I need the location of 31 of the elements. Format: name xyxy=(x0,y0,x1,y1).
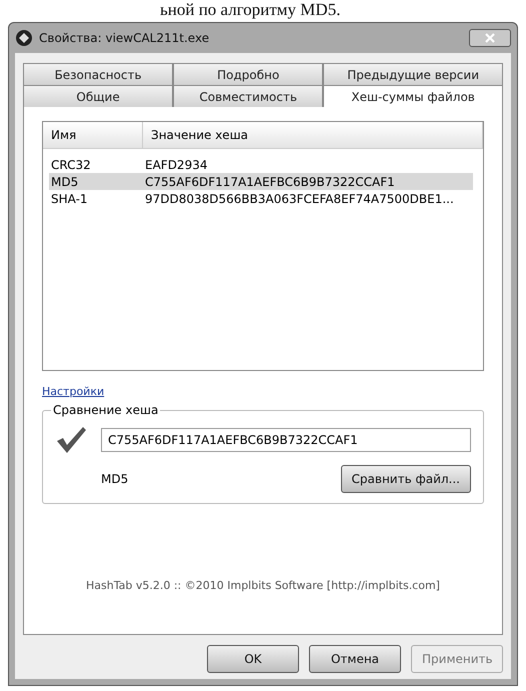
copyright-text: HashTab v5.2.0 :: ©2010 Implbits Software [http://implbits.com] xyxy=(85,579,441,592)
settings-link[interactable]: Настройки xyxy=(42,385,104,398)
window-title: Свойства: viewCAL211t.exe xyxy=(39,31,210,45)
document-text: ьной по алгоритму MD5. xyxy=(159,0,342,20)
hash-row[interactable]: CRC32 EAFD2934 xyxy=(49,156,473,173)
group-title: Сравнение хеша xyxy=(51,403,160,417)
table-cell-text: C755AF6DF117A1AEFBC6B9B7322CCAF1 xyxy=(144,174,396,188)
tab[interactable]: Предыдущие версии xyxy=(323,63,503,85)
column-header[interactable]: Имя xyxy=(43,122,143,148)
tab[interactable]: Общие xyxy=(23,85,174,107)
hash-row[interactable]: SHA-1 97DD8038D566BB3A063FCEFA8EF74A7500DBE1... xyxy=(49,190,473,207)
app-icon xyxy=(15,29,33,47)
table-cell-text: MD5 xyxy=(50,174,80,188)
close-button[interactable] xyxy=(469,29,511,47)
tab[interactable]: Подробно xyxy=(173,63,324,85)
table-cell-text: EAFD2934 xyxy=(144,158,208,172)
tab[interactable]: Хеш-суммы файлов xyxy=(323,85,503,107)
hash-input-field[interactable]: C755AF6DF117A1AEFBC6B9B7322CCAF1 xyxy=(101,428,471,452)
dialog-button[interactable]: Отмена xyxy=(309,645,401,673)
checkmark-icon xyxy=(55,425,87,455)
table-cell-text: 97DD8038D566BB3A063FCEFA8EF74A7500DBE1... xyxy=(144,192,455,206)
table-cell-text: SHA-1 xyxy=(50,192,89,206)
column-header[interactable]: Значение хеша xyxy=(143,122,483,148)
hash-row[interactable]: MD5 C755AF6DF117A1AEFBC6B9B7322CCAF1 xyxy=(49,173,473,190)
tab[interactable]: Безопасность xyxy=(23,63,174,85)
dialog-button[interactable]: OK xyxy=(207,645,299,673)
close-icon xyxy=(485,33,495,43)
compare-file-button[interactable]: Сравнить файл... xyxy=(340,465,471,493)
algorithm-label: MD5 xyxy=(101,472,128,486)
table-cell-text: CRC32 xyxy=(50,158,92,172)
tab[interactable]: Совместимость xyxy=(173,85,324,107)
